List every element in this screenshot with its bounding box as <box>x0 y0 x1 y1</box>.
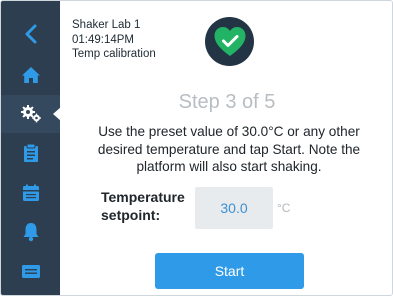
back-button[interactable] <box>1 15 60 53</box>
sidebar-item-home[interactable] <box>1 56 60 94</box>
setpoint-label-line1: Temperature <box>101 189 185 205</box>
bell-icon <box>23 223 38 242</box>
sidebar <box>1 1 61 295</box>
sidebar-item-clipboard[interactable] <box>1 134 60 172</box>
status-indicator <box>205 17 254 66</box>
clipboard-icon <box>23 143 38 162</box>
screen-title: Temp calibration <box>72 48 156 60</box>
step-indicator: Step 3 of 5 <box>178 91 276 113</box>
instructions-text: Use the preset value of 30.0°C or any ot… <box>97 124 361 174</box>
calendar-icon <box>22 184 39 201</box>
back-chevron-icon <box>25 24 36 44</box>
sidebar-item-settings[interactable] <box>1 95 60 133</box>
heart-check-icon <box>214 26 245 56</box>
home-icon <box>21 67 40 83</box>
device-info: Shaker Lab 1 01:49:14PM Temp calibration <box>72 18 156 62</box>
unit-label: °C <box>277 201 291 215</box>
setpoint-label: Temperature setpoint: <box>101 189 185 224</box>
sidebar-item-messages[interactable] <box>1 253 60 291</box>
clock: 01:49:14PM <box>72 33 135 46</box>
settings-gears-icon <box>20 105 41 123</box>
start-button[interactable]: Start <box>155 253 304 289</box>
sidebar-item-alerts[interactable] <box>1 213 60 251</box>
app-window: Shaker Lab 1 01:49:14PM Temp calibration… <box>0 0 393 296</box>
sidebar-item-calendar[interactable] <box>1 174 60 212</box>
message-icon <box>21 265 40 278</box>
setpoint-label-line2: setpoint: <box>101 206 161 223</box>
device-name: Shaker Lab 1 <box>72 19 141 31</box>
temperature-setpoint-input[interactable] <box>195 187 273 229</box>
